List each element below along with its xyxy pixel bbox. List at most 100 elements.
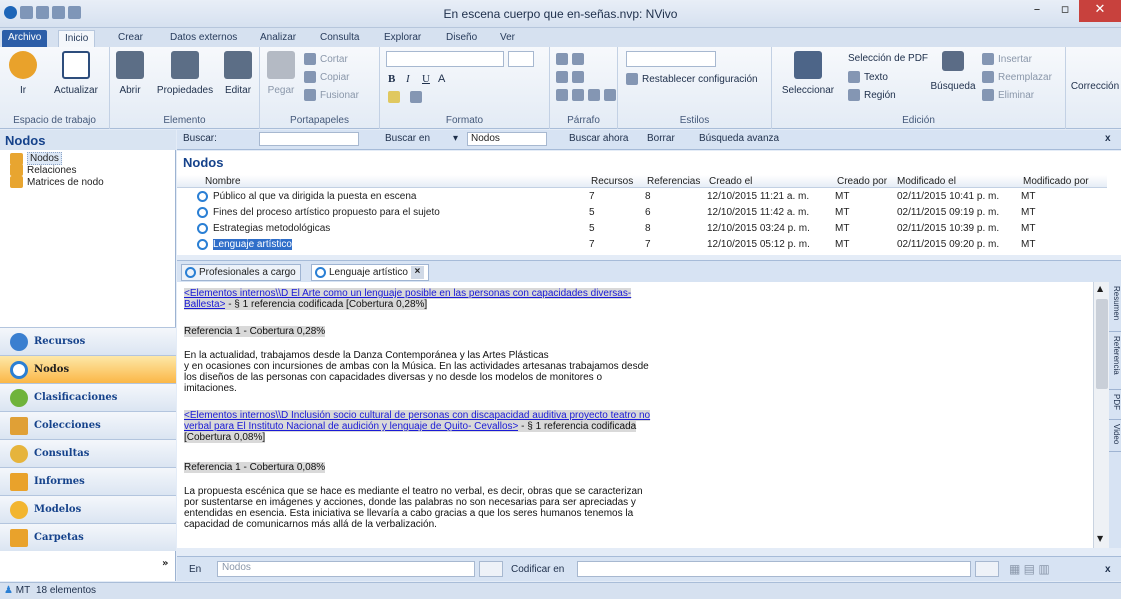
source-link-1a[interactable]: <Elementos internos\\D El Arte como un l…: [184, 288, 632, 299]
delete-button[interactable]: Eliminar: [982, 89, 1034, 101]
merge-button[interactable]: Fusionar: [304, 89, 359, 101]
nav-section-recursos[interactable]: Recursos: [0, 327, 176, 355]
search-scope-field[interactable]: Nodos: [467, 132, 547, 146]
underline-button[interactable]: U: [422, 73, 430, 85]
table-row[interactable]: Estrategias metodológicas 5 8 12/10/2015…: [177, 223, 1107, 234]
tab-archivo[interactable]: Archivo: [2, 30, 48, 47]
code-in-browse-button[interactable]: [975, 561, 999, 577]
close-coding-bar-button[interactable]: x: [1105, 564, 1111, 575]
nav-section-carpetas[interactable]: Carpetas: [0, 523, 176, 551]
indent-buttons[interactable]: [556, 71, 584, 83]
row-sources: 7: [589, 239, 595, 250]
table-row[interactable]: Fines del proceso artístico propuesto pa…: [177, 207, 1107, 218]
find-now-button[interactable]: Buscar ahora: [569, 133, 628, 144]
code-icons[interactable]: ▦ ▤ ▥: [1009, 562, 1050, 576]
nav-title: Nodos: [0, 130, 176, 150]
column-header-refs[interactable]: Referencias: [647, 176, 700, 187]
source-link-2b[interactable]: verbal para El Instituto Nacional de aud…: [184, 421, 519, 432]
search-in-button[interactable]: Buscar en: [385, 133, 430, 144]
tab-diseno[interactable]: Diseño: [440, 30, 483, 47]
proofing-button[interactable]: Corrección: [1070, 81, 1120, 92]
search-button[interactable]: Búsqueda: [928, 51, 978, 92]
nav-section-informes[interactable]: Informes: [0, 467, 176, 495]
table-row-selected[interactable]: Lenguaje artístico 7 7 12/10/2015 05:12 …: [177, 239, 1107, 250]
nav-section-nodos[interactable]: Nodos: [0, 355, 176, 383]
tab-consulta[interactable]: Consulta: [314, 30, 365, 47]
source-link-1b[interactable]: Ballesta>: [184, 299, 226, 310]
paste-button[interactable]: Pegar: [266, 51, 296, 96]
font-color-button[interactable]: A: [438, 73, 445, 85]
nav-tree-relaciones[interactable]: Relaciones: [10, 164, 76, 176]
side-tab-pdf[interactable]: PDF: [1109, 392, 1121, 420]
column-header-modified[interactable]: Modificado el: [897, 176, 956, 187]
highlight-button[interactable]: [388, 91, 400, 103]
replace-button[interactable]: Reemplazar: [982, 71, 1052, 83]
go-button[interactable]: Ir: [6, 51, 40, 96]
scroll-up-icon[interactable]: ▲: [1097, 284, 1103, 293]
column-header-sources[interactable]: Recursos: [591, 176, 633, 187]
italic-button[interactable]: I: [406, 73, 410, 85]
select-button[interactable]: Seleccionar: [778, 51, 838, 96]
source-link-2a[interactable]: <Elementos internos\\D Inclusión socio c…: [184, 410, 651, 421]
clear-button[interactable]: Borrar: [647, 133, 675, 144]
region-select-button[interactable]: Región: [848, 89, 896, 101]
style-select[interactable]: [626, 51, 716, 67]
side-tab-video[interactable]: Video: [1109, 422, 1121, 452]
font-size-select[interactable]: [508, 51, 534, 67]
expand-chevron-icon[interactable]: »: [162, 558, 168, 569]
open-button[interactable]: Abrir: [114, 51, 146, 96]
column-header-name[interactable]: Nombre: [205, 176, 241, 187]
table-row[interactable]: Público al que va dirigida la puesta en …: [177, 191, 1107, 202]
advanced-find-button[interactable]: Búsqueda avanza: [699, 133, 779, 144]
line-button[interactable]: [410, 91, 422, 103]
search-input[interactable]: [259, 132, 359, 146]
nav-section-clasificaciones[interactable]: Clasificaciones: [0, 383, 176, 411]
reset-settings-button[interactable]: Restablecer configuración: [626, 73, 758, 85]
group-workspace: Ir Actualizar Espacio de trabajo: [0, 47, 110, 129]
edit-button[interactable]: Editar: [220, 51, 256, 96]
nav-section-colecciones[interactable]: Colecciones: [0, 411, 176, 439]
tab-explorar[interactable]: Explorar: [378, 30, 427, 47]
copy-button[interactable]: Copiar: [304, 71, 349, 83]
tab-lenguaje-artistico[interactable]: Lenguaje artístico ×: [311, 264, 429, 281]
in-select[interactable]: Nodos: [217, 561, 475, 577]
column-header-created-by[interactable]: Creado por: [837, 176, 887, 187]
tab-ver[interactable]: Ver: [494, 30, 521, 47]
cut-button[interactable]: Cortar: [304, 53, 348, 65]
code-in-select[interactable]: [577, 561, 971, 577]
scroll-thumb[interactable]: [1096, 299, 1108, 389]
text-select-button[interactable]: Texto: [848, 71, 888, 83]
bold-button[interactable]: B: [388, 73, 395, 85]
close-find-bar-button[interactable]: x: [1105, 133, 1111, 144]
column-header-modified-by[interactable]: Modificado por: [1023, 176, 1089, 187]
align-buttons[interactable]: [556, 89, 616, 101]
scroll-down-icon[interactable]: ▼: [1097, 534, 1103, 543]
minimize-button[interactable]: –: [1023, 0, 1051, 22]
list-buttons[interactable]: [556, 53, 584, 65]
side-tab-referencia[interactable]: Referencia: [1109, 334, 1121, 390]
text-line: La propuesta escénica que se hace es med…: [184, 486, 643, 497]
nav-section-consultas[interactable]: Consultas: [0, 439, 176, 467]
tab-analizar[interactable]: Analizar: [254, 30, 302, 47]
properties-button[interactable]: Propiedades: [154, 51, 216, 96]
pdf-selection-button[interactable]: Selección de PDF: [848, 53, 928, 64]
refresh-button[interactable]: Actualizar: [48, 51, 104, 96]
in-browse-button[interactable]: [479, 561, 503, 577]
tab-crear[interactable]: Crear: [112, 30, 149, 47]
search-in-dropdown-icon[interactable]: ▾: [453, 133, 458, 144]
tab-datos-externos[interactable]: Datos externos: [164, 30, 243, 47]
insert-button[interactable]: Insertar: [982, 53, 1032, 65]
properties-label: Propiedades: [156, 85, 214, 96]
tab-profesionales[interactable]: Profesionales a cargo: [181, 264, 301, 281]
detail-scrollbar[interactable]: ▲ ▼: [1093, 282, 1109, 548]
nav-tree-matrices[interactable]: Matrices de nodo: [10, 176, 104, 188]
close-button[interactable]: ✕: [1079, 0, 1121, 22]
tab-inicio[interactable]: Inicio: [58, 30, 96, 47]
row-created-by: MT: [835, 191, 850, 202]
column-header-created[interactable]: Creado el: [709, 176, 752, 187]
maximize-button[interactable]: ▫: [1051, 0, 1079, 22]
font-family-select[interactable]: [386, 51, 504, 67]
close-tab-icon[interactable]: ×: [410, 266, 424, 279]
nav-section-modelos[interactable]: Modelos: [0, 495, 176, 523]
side-tab-resumen[interactable]: Resumen: [1109, 284, 1121, 332]
